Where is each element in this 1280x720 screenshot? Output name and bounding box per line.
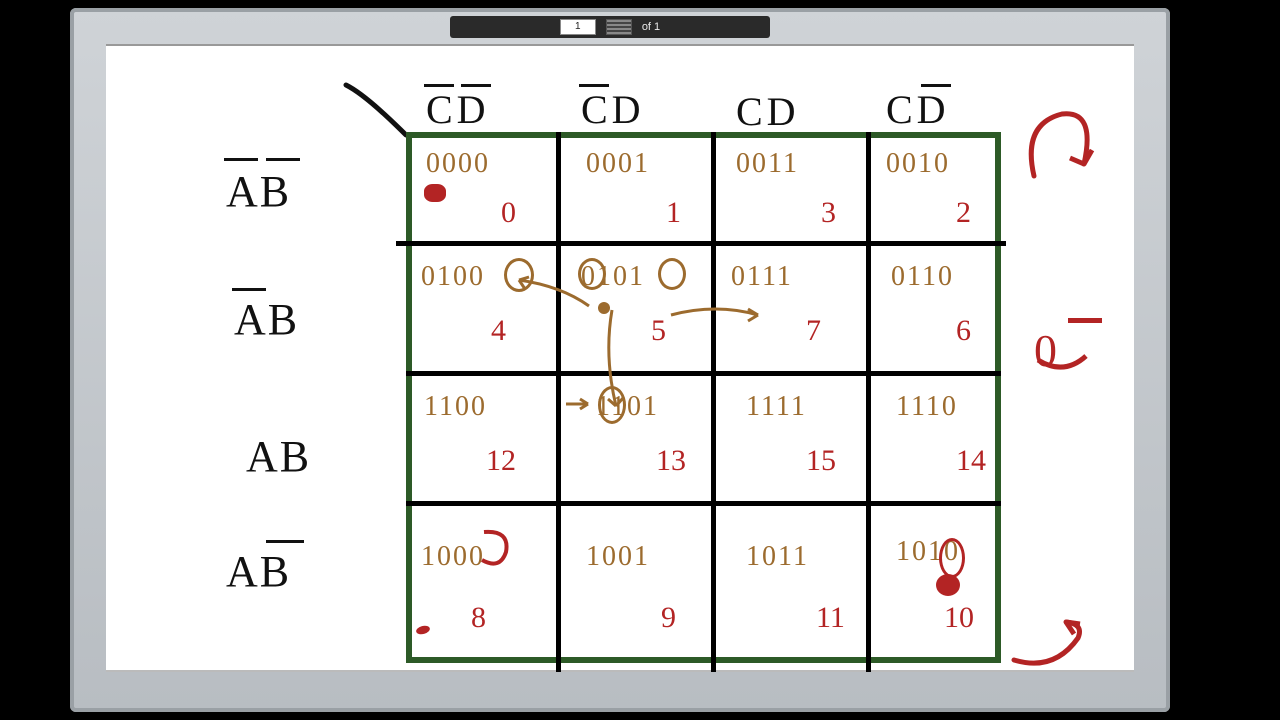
red-circle-r3c3-a [939, 538, 965, 578]
grid-bottom [406, 657, 1001, 663]
circle-r2c1-bit2 [598, 386, 626, 424]
side-note-underline [1034, 346, 1094, 386]
row0-bar-b [266, 158, 300, 161]
dot-r1c1 [598, 302, 610, 314]
grid-top [406, 132, 1001, 138]
cell-2-3-bin: 1110 [896, 391, 958, 423]
row-header-1: AB [234, 294, 299, 345]
arrow-r1c1-to-r1c2 [666, 301, 766, 331]
row1-bar-a [232, 288, 266, 291]
page-number-field[interactable]: 1 [560, 19, 596, 35]
col0-bar-c [424, 84, 454, 87]
circle-r1c1-bit0 [658, 258, 686, 290]
grid-v1 [556, 132, 561, 672]
cell-1-1-dec: 5 [651, 314, 666, 348]
cell-2-2-dec: 15 [806, 444, 836, 478]
cell-2-1-dec: 13 [656, 444, 686, 478]
cell-3-0-dec: 8 [471, 601, 486, 635]
arrow-into-r2c1 [564, 392, 594, 416]
page-of-label: of 1 [642, 21, 660, 33]
corner-diagonal [336, 80, 426, 150]
cell-0-3-bin: 0010 [886, 148, 950, 180]
red-dot-r0c0 [424, 184, 446, 202]
row-header-3: AB [226, 546, 291, 597]
arrow-r1c0-to-r1c1 [511, 278, 601, 318]
cell-0-1-bin: 0001 [586, 148, 650, 180]
cell-2-0-bin: 1100 [424, 391, 487, 423]
cell-3-3-dec: 10 [944, 601, 974, 635]
row-header-2: AB [246, 431, 311, 482]
row0-bar-a [224, 158, 258, 161]
row-header-0: AB [226, 166, 291, 217]
cell-1-0-bin: 0100 [421, 261, 485, 293]
red-scribble-r3c0 [476, 526, 520, 574]
red-circle-r3c3-b [936, 574, 960, 596]
wrap-arrow-top [1016, 106, 1106, 196]
cell-0-3-dec: 2 [956, 196, 971, 230]
col1-bar-c [579, 84, 609, 87]
whiteboard-frame: 1 of 1 CD CD CD CD AB AB AB [70, 8, 1170, 712]
red-tick-bottom-left [415, 624, 431, 635]
cell-3-2-dec: 11 [816, 601, 845, 635]
grid-left [406, 132, 412, 663]
cell-2-0-dec: 12 [486, 444, 516, 478]
cell-3-1-dec: 9 [661, 601, 676, 635]
col-header-0: CD [426, 86, 490, 133]
cell-0-1-dec: 1 [666, 196, 681, 230]
cell-1-3-bin: 0110 [891, 261, 954, 293]
cell-1-2-bin: 0111 [731, 261, 793, 293]
grid-h2 [406, 371, 1001, 376]
cell-2-3-dec: 14 [956, 444, 986, 478]
wrap-arrow-bottom [1006, 616, 1096, 676]
grid-right [995, 132, 1001, 663]
pdf-toolbar: 1 of 1 [450, 16, 770, 38]
col-header-3: CD [886, 86, 950, 133]
grid-v3 [866, 132, 871, 672]
cell-0-2-bin: 0011 [736, 148, 799, 180]
col3-bar-d [921, 84, 951, 87]
col-header-2: CD [736, 88, 800, 135]
cell-2-2-bin: 1111 [746, 391, 807, 423]
whiteboard-surface: CD CD CD CD AB AB AB AB [106, 44, 1134, 672]
grid-h1 [396, 241, 1006, 246]
cell-3-2-bin: 1011 [746, 541, 809, 573]
side-note-bar [1068, 318, 1102, 323]
cell-1-3-dec: 6 [956, 314, 971, 348]
col-header-1: CD [581, 86, 645, 133]
cell-1-0-dec: 4 [491, 314, 506, 348]
cell-1-2-dec: 7 [806, 314, 821, 348]
grid-v2 [711, 132, 716, 672]
cell-3-1-bin: 1001 [586, 541, 650, 573]
cell-0-2-dec: 3 [821, 196, 836, 230]
cell-0-0-bin: 0000 [426, 148, 490, 180]
col0-bar-d [461, 84, 491, 87]
row3-bar-b [266, 540, 304, 543]
grid-h3 [406, 501, 1001, 506]
page-grip-icon [606, 19, 632, 35]
cell-0-0-dec: 0 [501, 196, 516, 230]
